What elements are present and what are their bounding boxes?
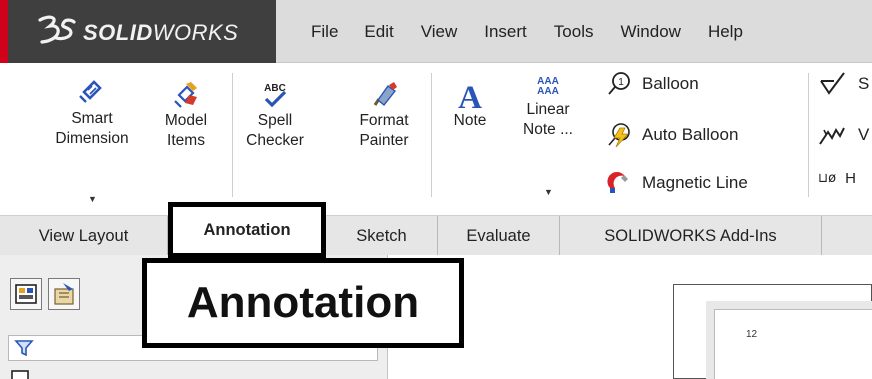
spell-checker-label-1: Spell	[257, 112, 293, 129]
model-items-button[interactable]: Model Items	[150, 81, 222, 151]
weld-symbol-button[interactable]: V	[818, 122, 869, 148]
menu-file[interactable]: File	[311, 22, 338, 42]
3ds-logo-icon	[38, 15, 76, 44]
command-manager-ribbon: Smart Dimension ▼ Model Items ABC Spell …	[0, 63, 872, 215]
smart-dimension-label-1: Smart	[71, 110, 113, 127]
smart-dimension-icon	[79, 80, 102, 103]
note-label: Note	[453, 112, 487, 129]
linear-note-label-2: Note ...	[523, 121, 573, 138]
menu-help[interactable]: Help	[708, 22, 743, 42]
ribbon-separator-2	[431, 73, 432, 197]
magnetic-line-label: Magnetic Line	[642, 173, 748, 192]
format-painter-icon	[373, 82, 397, 106]
hole-callout-label: H	[845, 170, 856, 187]
linear-note-label-1: Linear	[526, 101, 570, 118]
model-items-label-2: Items	[167, 132, 205, 149]
balloon-icon: 1	[608, 72, 630, 95]
linear-note-dropdown-icon[interactable]: ▼	[544, 182, 553, 202]
linear-note-icon-line-2: AAA	[537, 86, 559, 97]
drawing-view[interactable]	[714, 309, 872, 379]
spell-checker-label-2: Checker	[246, 132, 304, 149]
property-manager-tab[interactable]	[48, 278, 80, 310]
linear-note-icon: AAA AAA	[510, 77, 586, 97]
surface-finish-button[interactable]: S	[818, 71, 869, 97]
surface-finish-icon	[820, 72, 845, 95]
menu-bar: File Edit View Insert Tools Window Help	[276, 0, 743, 63]
hole-callout-icon: ⊔ø	[818, 171, 837, 186]
linear-note-button[interactable]: AAA AAA Linear Note ... ▼	[510, 77, 586, 198]
logo-text-solid: SOLID	[83, 20, 153, 45]
ribbon-separator-1	[232, 73, 233, 197]
menu-view[interactable]: View	[421, 22, 458, 42]
filter-icon	[14, 340, 34, 357]
tab-sketch[interactable]: Sketch	[326, 216, 438, 256]
format-painter-label-1: Format	[359, 112, 409, 129]
weld-symbol-label: V	[858, 125, 870, 144]
menu-edit[interactable]: Edit	[364, 22, 393, 42]
command-tab-strip: View Layout Annotation Sketch Evaluate S…	[0, 202, 872, 258]
format-painter-label-2: Painter	[359, 132, 409, 149]
solidworks-logo[interactable]: SOLIDWORKS	[8, 0, 276, 63]
model-items-label-1: Model	[164, 112, 208, 129]
ribbon-separator-3	[808, 73, 809, 197]
smart-dimension-label-2: Dimension	[55, 130, 129, 147]
magnetic-line-button[interactable]: Magnetic Line	[606, 170, 748, 196]
smart-dimension-dropdown-icon[interactable]: ▼	[88, 189, 97, 209]
hole-callout-button[interactable]: ⊔ø H	[818, 170, 856, 187]
auto-balloon-button[interactable]: Auto Balloon	[606, 122, 738, 148]
auto-balloon-icon	[608, 123, 630, 148]
callout-text: Annotation	[186, 278, 420, 327]
model-items-icon	[174, 82, 197, 108]
menu-window[interactable]: Window	[620, 22, 680, 42]
balloon-label: Balloon	[642, 74, 699, 93]
balloon-button[interactable]: 1 Balloon	[606, 71, 699, 97]
surface-finish-label: S	[858, 74, 870, 93]
auto-balloon-label: Auto Balloon	[642, 125, 739, 144]
magnetic-line-icon	[607, 171, 628, 193]
tree-root-icon	[11, 370, 29, 379]
drawing-sheet[interactable]: 12	[673, 284, 872, 379]
tab-solidworks-add-ins[interactable]: SOLIDWORKS Add-Ins	[560, 216, 822, 256]
tab-view-layout[interactable]: View Layout	[0, 216, 168, 256]
format-painter-button[interactable]: Format Painter	[346, 81, 422, 151]
menu-tools[interactable]: Tools	[554, 22, 594, 42]
spell-checker-icon: ABC	[264, 83, 287, 108]
tab-annotation[interactable]: Annotation	[168, 202, 326, 258]
title-bar: SOLIDWORKS File Edit View Insert Tools W…	[0, 0, 872, 63]
note-button[interactable]: A Note	[440, 80, 500, 131]
weld-symbol-icon	[819, 127, 845, 145]
app-title: SOLIDWORKS	[83, 20, 238, 46]
spell-checker-button[interactable]: ABC Spell Checker	[240, 81, 310, 151]
feature-manager-tab[interactable]	[10, 278, 42, 310]
balloon-icon-text: 1	[618, 77, 624, 88]
smart-dimension-button[interactable]: Smart Dimension ▼	[40, 77, 144, 204]
feature-manager-icon	[15, 284, 37, 304]
menu-insert[interactable]: Insert	[484, 22, 527, 42]
logo-text-works: WORKS	[152, 20, 239, 45]
sheet-zone-label: 12	[746, 329, 758, 340]
tab-evaluate[interactable]: Evaluate	[438, 216, 560, 256]
annotation-callout: Annotation	[142, 258, 464, 348]
brand-strip	[0, 0, 8, 63]
note-icon: A	[458, 80, 482, 116]
property-manager-icon	[54, 283, 74, 305]
